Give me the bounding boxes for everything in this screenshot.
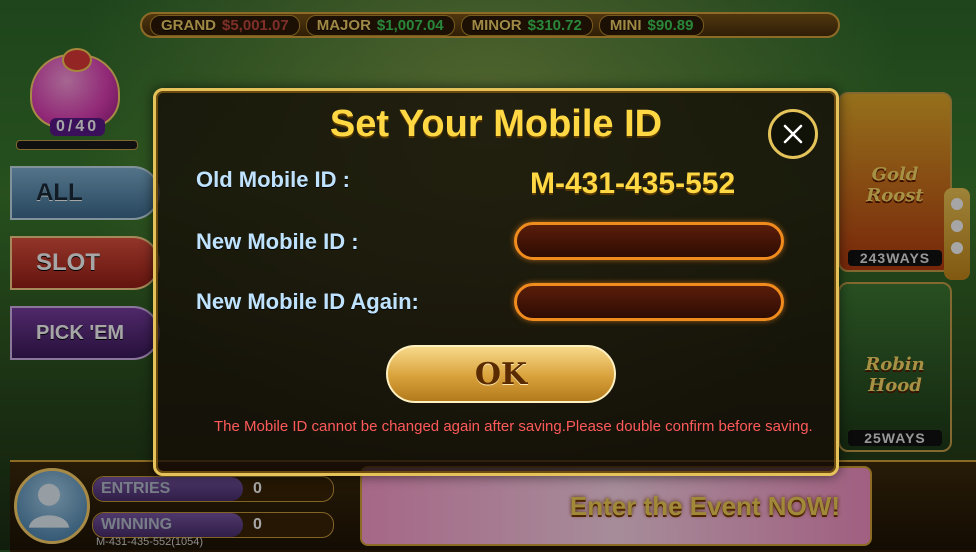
new-mobile-id-again-label: New Mobile ID Again:	[196, 289, 419, 314]
ok-button-label: OK	[474, 356, 528, 392]
close-icon	[783, 124, 803, 144]
old-mobile-id-value: M-431-435-552	[530, 167, 736, 200]
close-button[interactable]	[768, 109, 818, 159]
new-mobile-id-again-field[interactable]	[514, 283, 784, 321]
new-mobile-id-input[interactable]	[517, 225, 781, 257]
set-mobile-id-dialog: Set Your Mobile ID Old Mobile ID : M-431…	[153, 88, 839, 476]
new-mobile-id-again-input[interactable]	[517, 286, 781, 318]
ok-button[interactable]: OK	[386, 345, 616, 403]
new-mobile-id-label: New Mobile ID :	[196, 229, 359, 254]
new-mobile-id-field[interactable]	[514, 222, 784, 260]
old-mobile-id-label: Old Mobile ID :	[196, 167, 350, 192]
dialog-title: Set Your Mobile ID	[329, 103, 663, 145]
warning-message: The Mobile ID cannot be changed again af…	[214, 418, 813, 435]
